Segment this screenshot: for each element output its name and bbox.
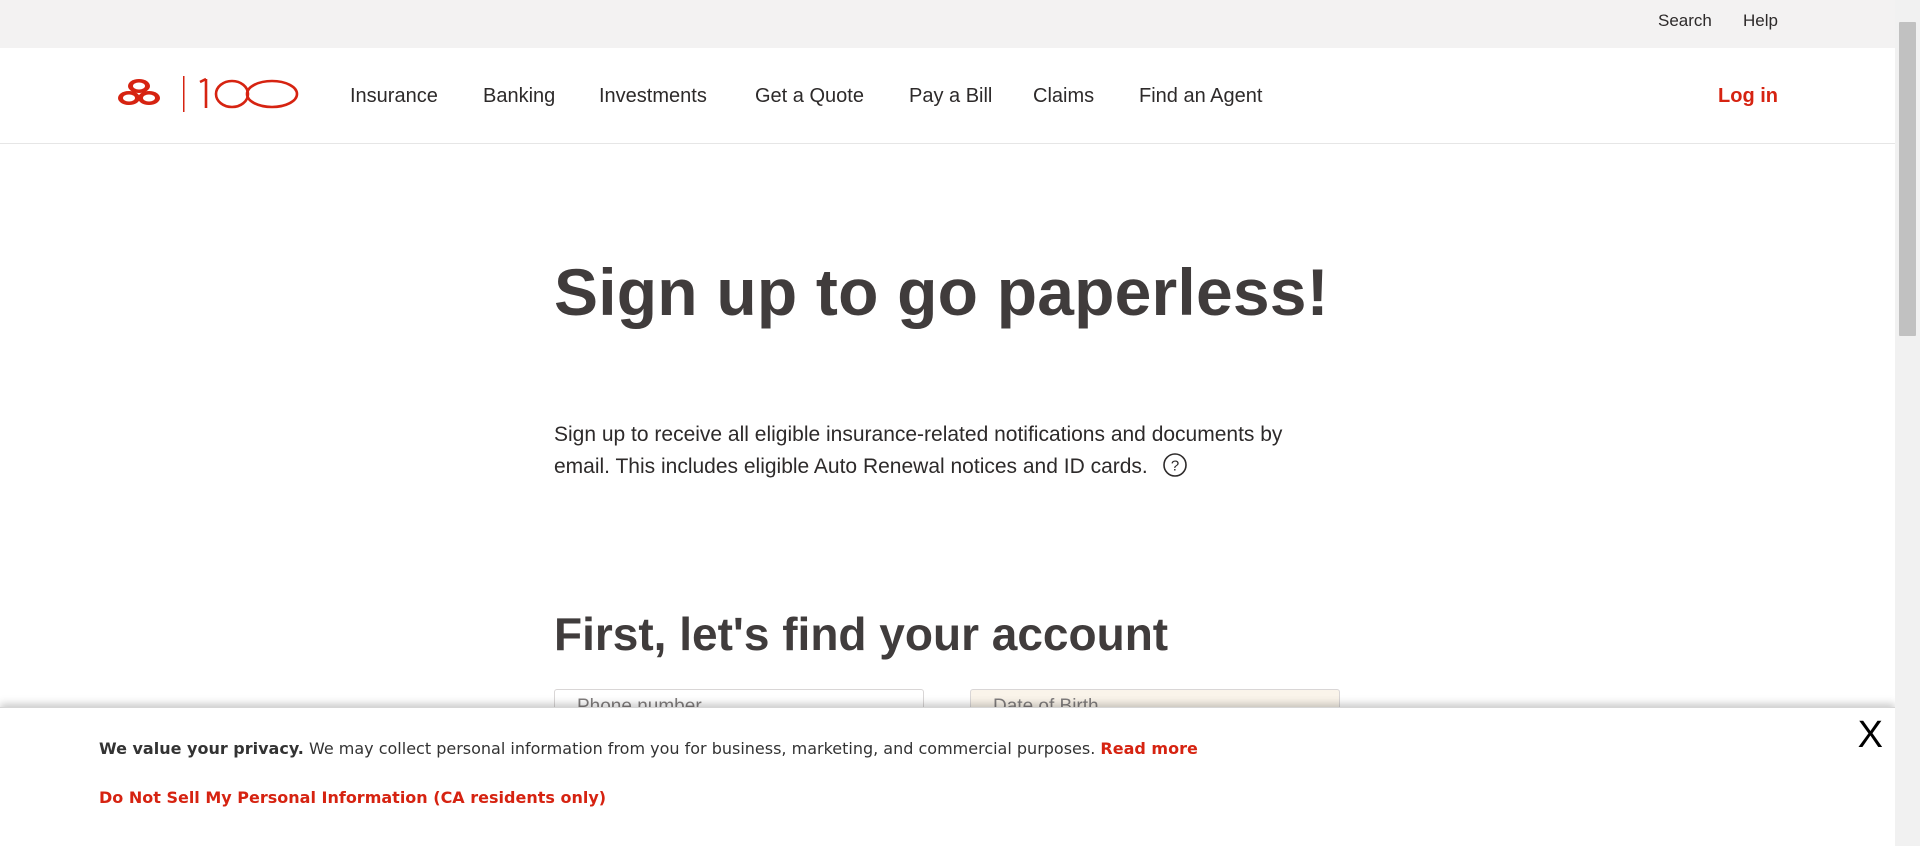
nav-get-a-quote[interactable]: Get a Quote	[755, 85, 864, 108]
close-banner-button[interactable]: X	[1858, 714, 1883, 757]
nav-investments[interactable]: Investments	[599, 85, 707, 108]
nav-pay-a-bill[interactable]: Pay a Bill	[909, 85, 992, 108]
search-link[interactable]: Search	[1658, 11, 1712, 31]
help-link[interactable]: Help	[1743, 11, 1778, 31]
utility-bar: Search Help	[0, 0, 1895, 48]
nav-banking[interactable]: Banking	[483, 85, 555, 108]
page-scrollbar[interactable]	[1895, 0, 1920, 846]
nav-insurance[interactable]: Insurance	[350, 85, 438, 108]
intro-paragraph: Sign up to receive all eligible insuranc…	[554, 419, 1314, 483]
page-title: Sign up to go paperless!	[554, 255, 1329, 329]
nav-find-an-agent[interactable]: Find an Agent	[1139, 85, 1262, 108]
privacy-banner: We value your privacy. We may collect pe…	[0, 707, 1895, 846]
nav-claims[interactable]: Claims	[1033, 85, 1094, 108]
state-farm-logo[interactable]	[116, 74, 300, 114]
privacy-heading: We value your privacy.	[99, 739, 304, 758]
section-title: First, let's find your account	[554, 608, 1169, 660]
question-circle-icon[interactable]: ?	[1162, 452, 1188, 478]
svg-text:?: ?	[1171, 458, 1179, 475]
privacy-body: We may collect personal information from…	[303, 739, 1101, 758]
main-header: Insurance Banking Investments Get a Quot…	[0, 48, 1895, 144]
login-link[interactable]: Log in	[1718, 85, 1778, 108]
do-not-sell-link[interactable]: Do Not Sell My Personal Information (CA …	[99, 788, 606, 807]
three-ovals-logo-icon	[118, 76, 299, 112]
privacy-message: We value your privacy. We may collect pe…	[99, 739, 1198, 758]
scrollbar-thumb[interactable]	[1899, 22, 1916, 336]
read-more-link[interactable]: Read more	[1100, 739, 1197, 758]
